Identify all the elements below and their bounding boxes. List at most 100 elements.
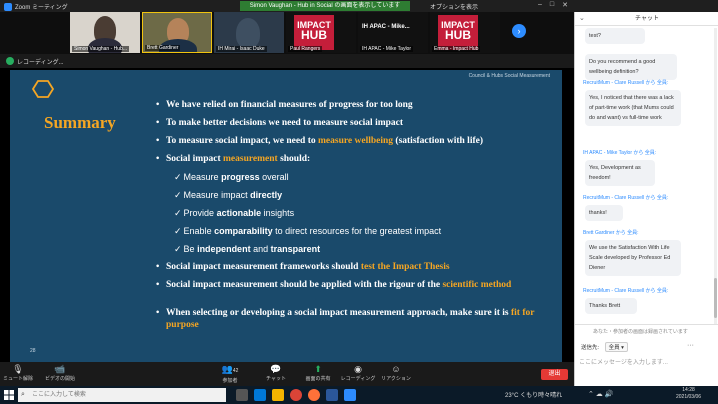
chat-message: Do you recommend a good wellbeing defini… bbox=[585, 54, 677, 80]
chat-bubble-icon: 💬 bbox=[270, 364, 282, 374]
participant-video bbox=[236, 18, 260, 48]
chevron-down-icon[interactable]: ⌄ bbox=[579, 12, 585, 26]
meeting-controls: 🎙 ミュート解除 📹 ビデオの開始 👥42 参加者 💬 チャット ⬆ 画面の共有… bbox=[0, 362, 574, 386]
participant-tile[interactable]: IH Mirai - Isaac Duke bbox=[214, 12, 284, 53]
reactions-button[interactable]: ☺ リアクション bbox=[378, 364, 414, 382]
participants-count: 42 bbox=[232, 368, 239, 374]
taskbar-search-input[interactable] bbox=[18, 388, 226, 402]
start-video-button[interactable]: 📹 ビデオの開始 bbox=[42, 364, 78, 382]
chat-sender: Brett Gardiner から 全員: bbox=[583, 230, 639, 236]
app-title: Zoom ミーティング bbox=[15, 5, 68, 11]
chat-message: Yes, I noticed that there was a lack of … bbox=[585, 90, 681, 126]
checkmark-icon: ✓ bbox=[174, 208, 182, 218]
edge-icon[interactable] bbox=[254, 389, 266, 401]
slide-number: 28 bbox=[30, 348, 36, 354]
checkmark-icon: ✓ bbox=[174, 172, 182, 182]
zoom-meeting-window: Zoom ミーティング Simon Vaughan - Hub in Socia… bbox=[0, 0, 718, 404]
participant-name: Simon Vaughan - Hub... bbox=[72, 46, 129, 52]
video-gallery: Simon Vaughan - Hub... Brett Gardiner IH… bbox=[0, 12, 574, 54]
bullet-item: Social impact measurement should: bbox=[156, 153, 556, 165]
bullet-item: To make better decisions we need to meas… bbox=[156, 117, 556, 129]
task-view-icon[interactable] bbox=[236, 389, 248, 401]
view-options-button[interactable]: オプションを表示 bbox=[430, 2, 478, 11]
participant-name: IH APAC - Mike Taylor bbox=[360, 46, 413, 52]
recipient-select[interactable]: 全員 ▾ bbox=[604, 342, 628, 352]
participant-display-name: IH APAC - Mike... bbox=[362, 24, 410, 30]
sub-bullet-item: ✓ Enable comparability to direct resource… bbox=[174, 226, 442, 236]
recording-indicator-icon bbox=[6, 57, 14, 65]
checkmark-icon: ✓ bbox=[174, 244, 182, 254]
checkmark-icon: ✓ bbox=[174, 226, 182, 236]
bullet-item: We have relied on financial measures of … bbox=[156, 99, 556, 111]
shared-slide: Council & Hubs Social Measurement Summar… bbox=[10, 70, 562, 362]
zoom-app-icon bbox=[4, 2, 12, 11]
windows-taskbar: ⌕ 23°C くもり時々晴れ ⌃ ☁ 🔊 14:28 2021/03/06 bbox=[0, 386, 718, 404]
recording-bar: レコーディング... bbox=[0, 54, 574, 68]
title-bar: Zoom ミーティング Simon Vaughan - Hub in Socia… bbox=[0, 0, 718, 12]
chat-input[interactable] bbox=[579, 356, 713, 370]
bullet-item: Social impact measurement frameworks sho… bbox=[156, 261, 556, 273]
sub-bullet-item: ✓ Measure progress overall bbox=[174, 172, 289, 182]
chat-message: Yes, Development as freedom! bbox=[585, 160, 655, 186]
maximize-icon[interactable]: □ bbox=[550, 1, 554, 9]
chat-scrollbar[interactable] bbox=[714, 28, 717, 324]
recording-notice: あなた・参加者の画面は録画されています bbox=[593, 329, 688, 335]
more-options-icon[interactable]: ··· bbox=[687, 342, 694, 349]
send-to-label: 送信先: bbox=[581, 345, 600, 351]
participant-tile[interactable]: IH APAC - Mike... IH APAC - Mike Taylor bbox=[358, 12, 428, 53]
chat-message: test? bbox=[585, 28, 645, 44]
weather-widget[interactable]: 23°C くもり時々晴れ bbox=[505, 390, 562, 399]
participants-icon: 👥 bbox=[221, 364, 233, 374]
firefox-icon[interactable] bbox=[308, 389, 320, 401]
share-screen-icon: ⬆ bbox=[314, 364, 322, 374]
chat-sender: IH APAC - Mike Taylor から 全員: bbox=[583, 150, 657, 156]
chat-message: Thanks Brett bbox=[585, 298, 637, 314]
next-page-icon[interactable]: › bbox=[512, 24, 526, 38]
participant-tile[interactable]: IMPACT HUB Paul Rangers bbox=[286, 12, 356, 53]
leave-meeting-button[interactable]: 退出 bbox=[541, 369, 568, 380]
sub-bullet-item: ✓ Be independent and transparent bbox=[174, 244, 321, 254]
search-icon: ⌕ bbox=[21, 391, 25, 398]
share-screen-button[interactable]: ⬆ 画面の共有 bbox=[300, 364, 336, 382]
chat-button[interactable]: 💬 チャット bbox=[258, 364, 294, 382]
system-tray-icons[interactable]: ⌃ ☁ 🔊 bbox=[588, 390, 613, 398]
participant-tile-speaking[interactable]: Brett Gardiner bbox=[142, 12, 212, 53]
participant-name: Paul Rangers bbox=[288, 46, 323, 52]
participant-name: Brett Gardiner bbox=[145, 45, 181, 51]
windows-start-icon[interactable] bbox=[4, 390, 14, 400]
record-button[interactable]: ◉ レコーディング bbox=[340, 364, 376, 382]
chat-message: thanks! bbox=[585, 205, 623, 221]
impact-hub-logo: IMPACT HUB bbox=[294, 15, 334, 50]
chat-sender: RecruitMum - Clare Russell から 全員: bbox=[583, 288, 669, 294]
participant-tile[interactable]: IMPACT HUB Emma - Impact Hub bbox=[430, 12, 500, 53]
record-icon: ◉ bbox=[354, 364, 362, 374]
chat-title: チャット bbox=[635, 16, 659, 22]
taskbar-clock[interactable]: 14:28 2021/03/06 bbox=[676, 387, 701, 401]
chrome-icon[interactable] bbox=[290, 389, 302, 401]
microphone-muted-icon: 🎙 bbox=[12, 364, 24, 374]
participant-tile[interactable]: Simon Vaughan - Hub... bbox=[70, 12, 140, 53]
sub-bullet-item: ✓ Provide actionable insights bbox=[174, 208, 295, 218]
participant-name: Emma - Impact Hub bbox=[432, 46, 481, 52]
bullet-item: When selecting or developing a social im… bbox=[156, 307, 556, 331]
chat-sender: RecruitMum - Clare Russell から 全員: bbox=[583, 195, 669, 201]
sub-bullet-item: ✓ Measure impact directly bbox=[174, 190, 283, 200]
participants-button[interactable]: 👥42 参加者 bbox=[212, 364, 248, 384]
zoom-taskbar-icon[interactable] bbox=[344, 389, 356, 401]
screen-share-indicator[interactable]: Simon Vaughan - Hub in Social の画面を表示していま… bbox=[240, 1, 410, 11]
chat-message: We use the Satisfaction With Life Scale … bbox=[585, 240, 681, 276]
recording-status: レコーディング... bbox=[17, 60, 64, 66]
checkmark-icon: ✓ bbox=[174, 190, 182, 200]
chat-message-list[interactable]: test? Do you recommend a good wellbeing … bbox=[575, 26, 713, 324]
unmute-button[interactable]: 🎙 ミュート解除 bbox=[0, 364, 36, 382]
bullet-item: Social impact measurement should be appl… bbox=[156, 279, 556, 291]
slide-header: Council & Hubs Social Measurement bbox=[468, 73, 550, 79]
close-icon[interactable]: ✕ bbox=[562, 1, 568, 9]
participant-name: IH Mirai - Isaac Duke bbox=[216, 46, 267, 52]
impact-hub-logo: IMPACT HUB bbox=[438, 15, 478, 50]
video-off-icon: 📹 bbox=[54, 364, 66, 374]
slide-title: Summary bbox=[44, 113, 116, 132]
minimize-icon[interactable]: – bbox=[538, 1, 542, 9]
file-explorer-icon[interactable] bbox=[272, 389, 284, 401]
word-icon[interactable] bbox=[326, 389, 338, 401]
